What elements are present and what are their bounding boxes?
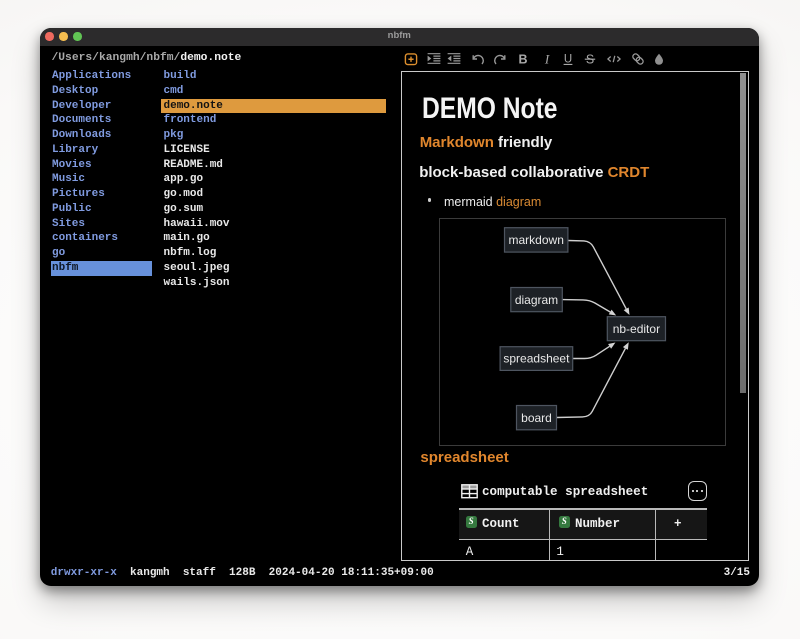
- svg-text:markdown: markdown: [508, 233, 563, 247]
- svg-text:I: I: [543, 51, 549, 66]
- svg-text:diagram: diagram: [514, 293, 557, 307]
- svg-text:board: board: [521, 411, 552, 425]
- svg-text:B: B: [518, 52, 527, 66]
- svg-text:spreadsheet: spreadsheet: [503, 352, 570, 366]
- svg-text:nb-editor: nb-editor: [612, 322, 659, 336]
- svg-text:U: U: [564, 53, 572, 65]
